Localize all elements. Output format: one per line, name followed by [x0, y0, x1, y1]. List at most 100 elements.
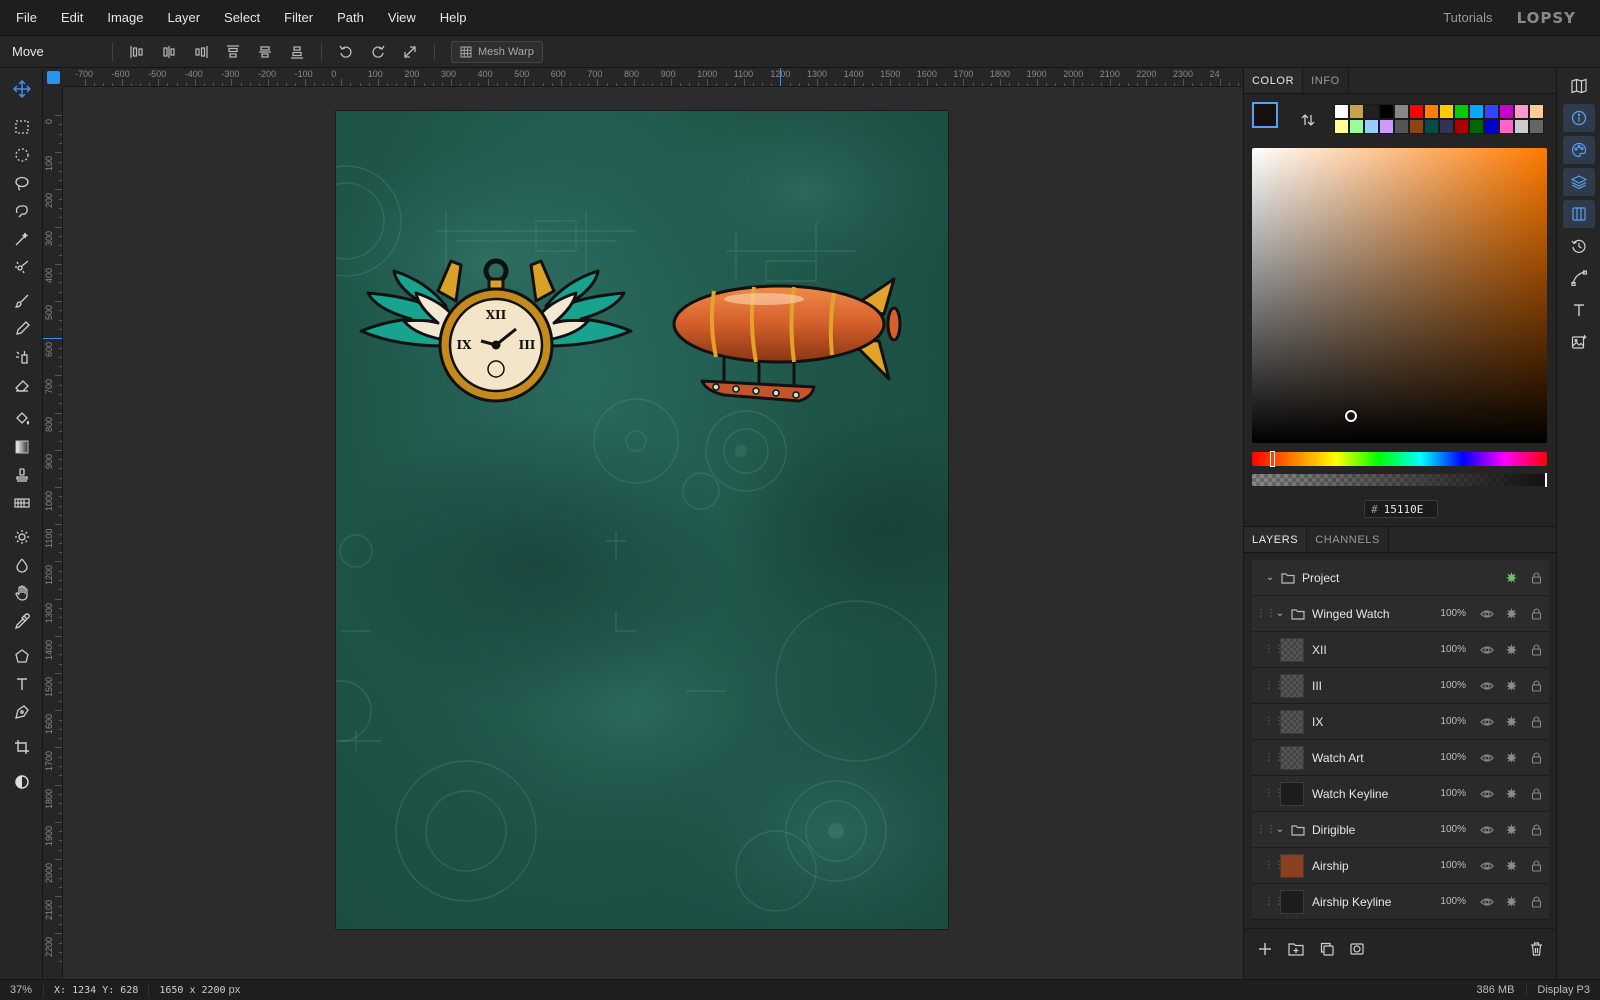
- color-swatch[interactable]: [1469, 104, 1484, 119]
- color-swatch[interactable]: [1334, 104, 1349, 119]
- menu-edit[interactable]: Edit: [49, 0, 95, 36]
- brush-icon[interactable]: [6, 288, 37, 314]
- color-picker-cursor[interactable]: [1345, 410, 1357, 422]
- lock-icon[interactable]: [1524, 823, 1549, 836]
- color-swatch[interactable]: [1379, 104, 1394, 119]
- clone-brush-icon[interactable]: [6, 344, 37, 370]
- link-icon[interactable]: [1499, 679, 1524, 692]
- eye-icon[interactable]: [1474, 897, 1499, 907]
- eye-icon[interactable]: [1474, 861, 1499, 871]
- hand-icon[interactable]: [6, 580, 37, 606]
- rotate-ccw-icon[interactable]: [330, 40, 362, 64]
- layer-opacity[interactable]: 100%: [1432, 752, 1466, 763]
- tutorials-link[interactable]: Tutorials: [1443, 10, 1492, 25]
- drag-handle-icon[interactable]: ⋮⋮: [1264, 860, 1284, 871]
- add-folder-icon[interactable]: [1288, 942, 1304, 956]
- mesh-warp-button[interactable]: Mesh Warp: [451, 40, 543, 63]
- info-icon[interactable]: [1563, 104, 1595, 132]
- dodge-icon[interactable]: [6, 524, 37, 550]
- lock-icon[interactable]: [1524, 607, 1549, 620]
- chevron-down-icon[interactable]: ⌄: [1262, 572, 1278, 583]
- color-swatch[interactable]: [1334, 119, 1349, 134]
- lock-icon[interactable]: [1524, 571, 1549, 584]
- tab-layers[interactable]: LAYERS: [1244, 527, 1308, 552]
- stamp-icon[interactable]: [6, 462, 37, 488]
- layer-row-dirigible[interactable]: ⋮⋮ ⌄ Dirigible 100%: [1252, 812, 1549, 848]
- color-swatch[interactable]: [1499, 104, 1514, 119]
- mask-layer-icon[interactable]: [1350, 942, 1364, 956]
- channels-icon[interactable]: [1563, 200, 1595, 228]
- eyedropper-icon[interactable]: [6, 608, 37, 634]
- layer-row-airship-keyline[interactable]: ⋮⋮ Airship Keyline 100%: [1252, 884, 1549, 920]
- duplicate-layer-icon[interactable]: [1320, 942, 1334, 956]
- layers-icon[interactable]: [1563, 168, 1595, 196]
- color-swatch[interactable]: [1484, 119, 1499, 134]
- move-tool-icon[interactable]: [6, 76, 37, 102]
- layer-row-watch-keyline[interactable]: ⋮⋮ Watch Keyline 100%: [1252, 776, 1549, 812]
- pencil-icon[interactable]: [6, 316, 37, 342]
- lock-icon[interactable]: [1524, 895, 1549, 908]
- zoom-level[interactable]: 37%: [0, 984, 43, 996]
- layer-row-ix[interactable]: ⋮⋮ IX 100%: [1252, 704, 1549, 740]
- color-swatch[interactable]: [1454, 119, 1469, 134]
- hex-value[interactable]: 15110E: [1384, 503, 1424, 516]
- drag-handle-icon[interactable]: ⋮⋮: [1264, 644, 1284, 655]
- paths-icon[interactable]: [1563, 264, 1595, 292]
- navigator-map-icon[interactable]: [1563, 72, 1595, 100]
- color-swatch[interactable]: [1439, 104, 1454, 119]
- link-icon[interactable]: [1499, 751, 1524, 764]
- tab-channels[interactable]: CHANNELS: [1307, 527, 1389, 552]
- polygon-shape-icon[interactable]: [6, 643, 37, 669]
- ellipse-marquee-icon[interactable]: [6, 142, 37, 168]
- color-swatch[interactable]: [1469, 119, 1484, 134]
- link-icon[interactable]: [1499, 787, 1524, 800]
- history-icon[interactable]: [1563, 232, 1595, 260]
- airship-artwork[interactable]: [664, 269, 914, 419]
- rotate-cw-icon[interactable]: [362, 40, 394, 64]
- drag-handle-icon[interactable]: ⋮⋮: [1264, 788, 1284, 799]
- eraser-icon[interactable]: [6, 372, 37, 398]
- menu-help[interactable]: Help: [428, 0, 479, 36]
- pen-tool-icon[interactable]: [6, 699, 37, 725]
- drag-handle-icon[interactable]: ⋮⋮: [1264, 716, 1284, 727]
- layer-opacity[interactable]: 100%: [1432, 896, 1466, 907]
- trash-icon[interactable]: [1530, 941, 1543, 956]
- eye-icon[interactable]: [1474, 717, 1499, 727]
- hue-handle[interactable]: [1270, 451, 1275, 467]
- pattern-stamp-icon[interactable]: [6, 490, 37, 516]
- character-text-icon[interactable]: [1563, 296, 1595, 324]
- link-icon[interactable]: [1499, 715, 1524, 728]
- layer-opacity[interactable]: 100%: [1432, 608, 1466, 619]
- color-swatch[interactable]: [1364, 119, 1379, 134]
- drag-handle-icon[interactable]: ⋮⋮: [1256, 608, 1276, 619]
- layer-opacity[interactable]: 100%: [1432, 788, 1466, 799]
- layer-row-iii[interactable]: ⋮⋮ III 100%: [1252, 668, 1549, 704]
- expand-icon[interactable]: [394, 40, 426, 64]
- color-swatch[interactable]: [1394, 104, 1409, 119]
- menu-filter[interactable]: Filter: [272, 0, 325, 36]
- align-bottom-icon[interactable]: [281, 40, 313, 64]
- color-swatch[interactable]: [1409, 119, 1424, 134]
- eye-icon[interactable]: [1474, 753, 1499, 763]
- image-adjust-icon[interactable]: [1563, 328, 1595, 356]
- swap-colors-icon[interactable]: [1300, 112, 1316, 131]
- layer-opacity[interactable]: 100%: [1432, 824, 1466, 835]
- link-icon[interactable]: [1499, 643, 1524, 656]
- menu-file[interactable]: File: [0, 0, 49, 36]
- crop-icon[interactable]: [6, 734, 37, 760]
- alpha-handle[interactable]: [1545, 473, 1547, 487]
- link-icon[interactable]: [1499, 571, 1524, 584]
- layer-opacity[interactable]: 100%: [1432, 716, 1466, 727]
- color-swatch[interactable]: [1514, 104, 1529, 119]
- link-icon[interactable]: [1499, 895, 1524, 908]
- layer-row-winged-watch[interactable]: ⋮⋮ ⌄ Winged Watch 100%: [1252, 596, 1549, 632]
- paint-bucket-icon[interactable]: [6, 406, 37, 432]
- drag-handle-icon[interactable]: ⋮⋮: [1256, 824, 1276, 835]
- lock-icon[interactable]: [1524, 859, 1549, 872]
- tab-color[interactable]: COLOR: [1244, 68, 1304, 93]
- eye-icon[interactable]: [1474, 609, 1499, 619]
- chevron-down-icon[interactable]: ⌄: [1272, 608, 1288, 619]
- layer-row-project[interactable]: ⌄ Project: [1252, 560, 1549, 596]
- color-swatch[interactable]: [1364, 104, 1379, 119]
- color-swatch[interactable]: [1394, 119, 1409, 134]
